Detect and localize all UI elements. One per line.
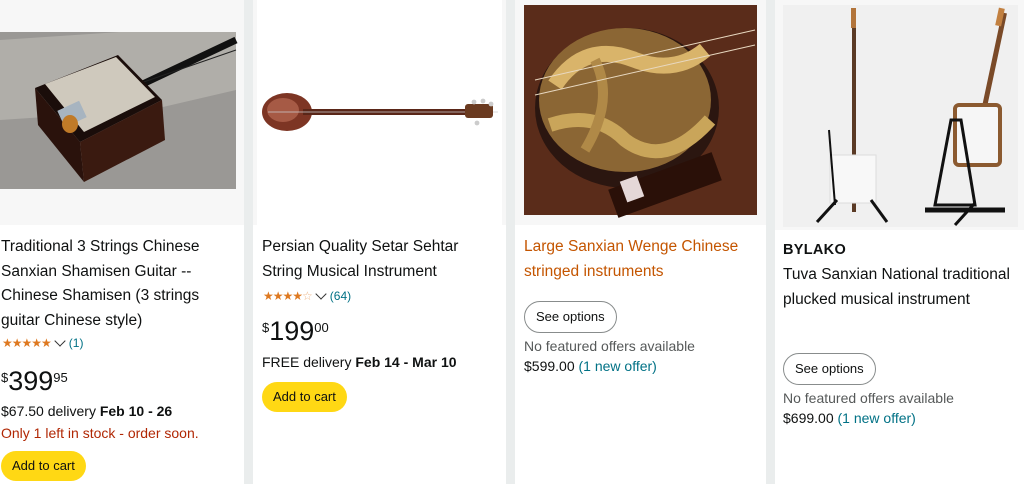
- product-card-2: Persian Quality Setar Sehtar String Musi…: [253, 0, 506, 484]
- delivery-info-1: $67.50 delivery Feb 10 - 26: [1, 403, 173, 419]
- rating-1[interactable]: ★★★★★ (1): [2, 335, 84, 350]
- price-1[interactable]: $ 399 95: [1, 368, 68, 395]
- offer-price-line-3: $599.00 (1 new offer): [524, 358, 657, 374]
- product-image-2[interactable]: [253, 0, 506, 225]
- product-title-4[interactable]: Tuva Sanxian National traditional plucke…: [783, 263, 1019, 312]
- star-icon: ★★★★★: [2, 336, 52, 350]
- product-title-2[interactable]: Persian Quality Setar Sehtar String Musi…: [262, 235, 502, 284]
- brand-name-4: BYLAKO: [783, 242, 847, 258]
- setar-photo-icon: [253, 0, 506, 225]
- price-2[interactable]: $ 199 00: [262, 318, 329, 345]
- product-title-3[interactable]: Large Sanxian Wenge Chinese stringed ins…: [524, 235, 764, 284]
- offer-price-4: $699.00: [783, 410, 834, 426]
- product-card-1: Traditional 3 Strings Chinese Sanxian Sh…: [0, 0, 244, 484]
- product-image-3[interactable]: [515, 0, 766, 225]
- see-options-button-3[interactable]: See options: [524, 301, 617, 333]
- rating-count-1[interactable]: (1): [69, 336, 84, 350]
- add-to-cart-button-2[interactable]: Add to cart: [262, 382, 347, 412]
- offers-note-4: No featured offers available: [783, 390, 954, 406]
- shamisen-photo-icon: [0, 0, 244, 225]
- chevron-down-icon: [54, 335, 66, 347]
- add-to-cart-button-1[interactable]: Add to cart: [1, 451, 86, 481]
- see-options-button-4[interactable]: See options: [783, 353, 876, 385]
- offer-price-line-4: $699.00 (1 new offer): [783, 410, 916, 426]
- offer-price-3: $599.00: [524, 358, 575, 374]
- rating-2[interactable]: ★★★★ ☆ (64): [263, 288, 351, 303]
- chevron-down-icon: [315, 288, 327, 300]
- star-icon: ★★★★: [263, 289, 303, 303]
- delivery-info-2: FREE delivery Feb 14 - Mar 10: [262, 354, 457, 370]
- product-card-4: BYLAKO Tuva Sanxian National traditional…: [775, 0, 1024, 484]
- new-offer-link-3[interactable]: (1 new offer): [579, 358, 657, 374]
- half-star-icon: ☆: [302, 289, 313, 303]
- sanxian-snakeskin-photo-icon: [515, 0, 766, 225]
- stock-warning-1: Only 1 left in stock - order soon.: [1, 425, 199, 441]
- product-image-1[interactable]: [0, 0, 244, 225]
- rating-count-2[interactable]: (64): [330, 289, 351, 303]
- new-offer-link-4[interactable]: (1 new offer): [838, 410, 916, 426]
- product-title-1[interactable]: Traditional 3 Strings Chinese Sanxian Sh…: [1, 235, 237, 333]
- sanxian-on-stand-photo-icon: [775, 0, 1024, 230]
- product-card-3: Large Sanxian Wenge Chinese stringed ins…: [515, 0, 766, 484]
- offers-note-3: No featured offers available: [524, 338, 695, 354]
- product-image-4[interactable]: [775, 0, 1024, 230]
